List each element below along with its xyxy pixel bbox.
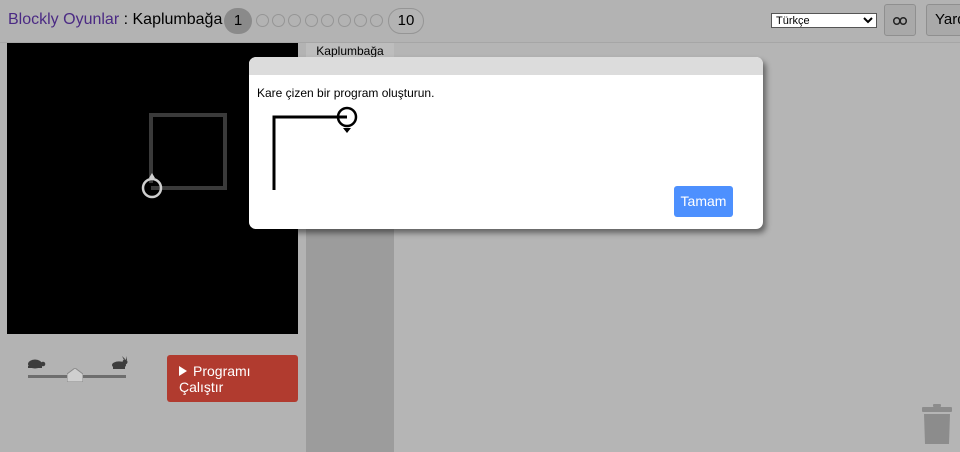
game-name: Kaplumbağa [132, 11, 223, 28]
level-10-button[interactable]: 10 [388, 8, 424, 34]
run-program-button[interactable]: Programı Çalıştır [167, 355, 298, 402]
level-3-dot[interactable] [272, 14, 285, 27]
link-icon [893, 17, 907, 25]
target-square-path [149, 113, 227, 190]
level-1-button[interactable]: 1 [224, 8, 252, 34]
square-hint-illustration [272, 106, 358, 190]
level-9-dot[interactable] [370, 14, 383, 27]
turtle-icon [28, 359, 46, 369]
header: Blockly Oyunlar : Kaplumbağa 1 10 Türkçe… [0, 0, 960, 42]
app-title: Blockly Oyunlar : Kaplumbağa [8, 11, 222, 29]
link-button[interactable] [884, 4, 916, 36]
language-select[interactable]: Türkçe [771, 13, 877, 28]
blockly-games-link[interactable]: Blockly Oyunlar [8, 11, 119, 28]
run-button-label: Programı Çalıştır [179, 363, 251, 395]
help-button[interactable]: Yard [926, 4, 960, 36]
turtle-cursor-icon [141, 173, 163, 199]
title-separator: : [119, 11, 133, 28]
trash-icon[interactable] [921, 404, 953, 446]
level-8-dot[interactable] [354, 14, 367, 27]
level-4-dot[interactable] [288, 14, 301, 27]
level-6-dot[interactable] [321, 14, 334, 27]
rabbit-icon [112, 356, 128, 369]
slider-knob[interactable] [67, 368, 84, 382]
ok-button[interactable]: Tamam [674, 186, 733, 217]
level-5-dot[interactable] [305, 14, 318, 27]
speed-slider[interactable] [26, 356, 130, 386]
dialog-message: Kare çizen bir program oluşturun. [257, 86, 435, 100]
play-icon [179, 366, 187, 376]
instruction-dialog: Kare çizen bir program oluşturun. Tamam [249, 57, 763, 229]
level-7-dot[interactable] [338, 14, 351, 27]
dialog-titlebar[interactable] [249, 57, 763, 75]
level-2-dot[interactable] [256, 14, 269, 27]
